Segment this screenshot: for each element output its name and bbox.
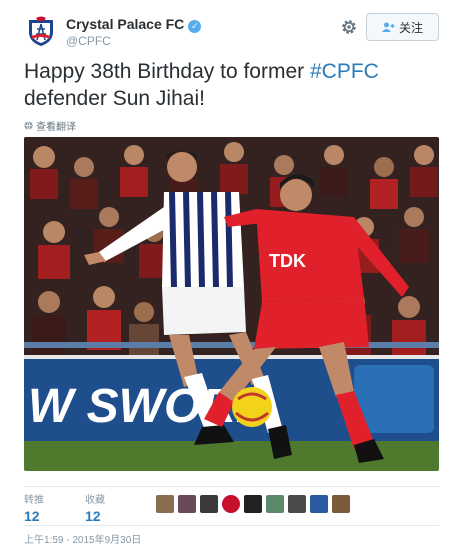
tweet-text-prefix: Happy 38th Birthday to former	[24, 60, 310, 83]
retweet-stat[interactable]: 转推 12	[24, 491, 44, 524]
follow-button-label: 关注	[398, 20, 423, 35]
liker-avatars	[156, 495, 350, 513]
globe-icon	[24, 121, 33, 130]
translate-link[interactable]: 查看翻译	[24, 118, 76, 133]
liker-avatar[interactable]	[332, 495, 350, 513]
liker-avatar[interactable]	[178, 495, 196, 513]
tweet-text-suffix: defender Sun Jihai!	[24, 87, 205, 110]
like-count[interactable]: 12	[85, 508, 105, 524]
liker-avatar[interactable]	[266, 495, 284, 513]
tweet-text: Happy 38th Birthday to former #CPFC defe…	[24, 58, 444, 112]
liker-avatar[interactable]	[310, 495, 328, 513]
account-name-text[interactable]: Crystal Palace FC	[66, 16, 184, 32]
translate-label: 查看翻译	[36, 122, 76, 133]
hashtag-link[interactable]: #CPFC	[310, 60, 379, 83]
follow-button[interactable]: 关注	[366, 13, 439, 41]
account-handle[interactable]: @CPFC	[66, 34, 111, 48]
tweet-stats: 转推 12 收藏 12	[24, 486, 439, 526]
like-label: 收藏	[85, 495, 105, 506]
retweet-label: 转推	[24, 495, 44, 506]
verified-badge-icon: ✓	[188, 20, 202, 33]
liker-avatar[interactable]	[222, 495, 240, 513]
tweet-timestamp[interactable]: 上午1:59 - 2015年9月30日	[24, 531, 141, 546]
tweet-photo[interactable]: W SWORD TDK	[24, 137, 439, 471]
shirt-sponsor: TDK	[269, 251, 306, 271]
liker-avatar[interactable]	[288, 495, 306, 513]
liker-avatar[interactable]	[244, 495, 262, 513]
add-user-icon	[381, 22, 395, 32]
account-name[interactable]: Crystal Palace FC ✓	[66, 16, 202, 33]
liker-avatar[interactable]	[200, 495, 218, 513]
gear-icon[interactable]	[340, 18, 358, 36]
like-stat[interactable]: 收藏 12	[85, 491, 105, 524]
tweet-header: Crystal Palace FC ✓ @CPFC 关注	[24, 12, 444, 52]
crystal-palace-crest-avatar[interactable]	[24, 14, 58, 48]
liker-avatar[interactable]	[156, 495, 174, 513]
football-match-image: W SWORD TDK	[24, 137, 439, 471]
retweet-count[interactable]: 12	[24, 508, 44, 524]
